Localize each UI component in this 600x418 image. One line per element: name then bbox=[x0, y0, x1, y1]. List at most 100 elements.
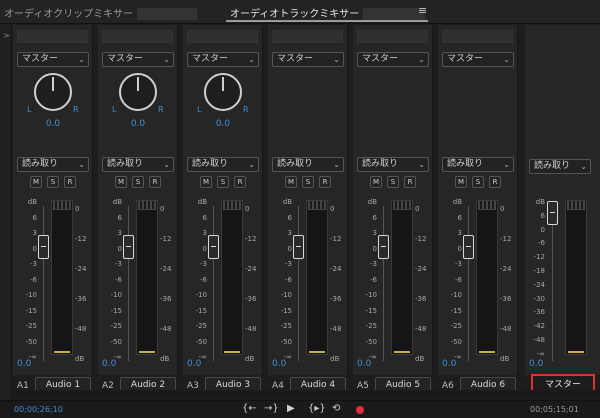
fader-scale-label: -10 bbox=[25, 291, 37, 299]
pan-value[interactable]: 0.0 bbox=[13, 119, 93, 129]
track-output-select[interactable]: マスター ⌄ bbox=[357, 52, 429, 67]
mute-button[interactable]: M bbox=[455, 176, 467, 188]
play-icon[interactable]: ▶ bbox=[287, 403, 295, 414]
fader-scale-label: dB bbox=[282, 198, 292, 206]
automation-mode-select[interactable]: 読み取り ⌄ bbox=[357, 157, 429, 172]
pan-knob[interactable] bbox=[204, 73, 242, 111]
record-enable-button[interactable]: R bbox=[404, 176, 416, 188]
volume-fader-handle[interactable] bbox=[38, 235, 49, 259]
mute-button[interactable]: M bbox=[30, 176, 42, 188]
volume-value[interactable]: 0.0 bbox=[442, 359, 456, 369]
meter-scale-label: -12 bbox=[245, 235, 257, 243]
solo-button[interactable]: S bbox=[387, 176, 399, 188]
fader-scale-label: -50 bbox=[450, 337, 462, 346]
master-scale-label: dB bbox=[535, 198, 545, 206]
meter-scale-label: -24 bbox=[75, 265, 87, 273]
effects-slot[interactable] bbox=[272, 30, 343, 43]
effects-slot[interactable] bbox=[102, 30, 173, 43]
record-enable-button[interactable]: R bbox=[319, 176, 331, 188]
fader-scale-label: -10 bbox=[195, 291, 207, 299]
track-output-select[interactable]: マスター ⌄ bbox=[272, 52, 344, 67]
peak-indicator bbox=[478, 201, 496, 210]
volume-value[interactable]: 0.0 bbox=[17, 359, 31, 369]
meter-scale-label: dB bbox=[245, 355, 255, 363]
automation-mode-select[interactable]: 読み取り ⌄ bbox=[17, 157, 89, 172]
fader-scale-label: -6 bbox=[455, 275, 462, 284]
master-scale-label: -24 bbox=[533, 280, 545, 289]
solo-button[interactable]: S bbox=[132, 176, 144, 188]
master-fader-scale: dB 6 0 -6 -12 -18 -24 -30 -36 -42 -48 -∞ bbox=[525, 198, 545, 363]
mute-button[interactable]: M bbox=[285, 176, 297, 188]
go-to-in-icon[interactable]: {← bbox=[242, 403, 257, 414]
meter-scale-label: -48 bbox=[245, 325, 257, 333]
tab-audio-clip-mixer[interactable]: オーディオクリップミキサー bbox=[4, 5, 198, 20]
expand-arrow-icon[interactable]: > bbox=[3, 31, 10, 40]
master-meter-level bbox=[568, 351, 584, 353]
mute-button[interactable]: M bbox=[370, 176, 382, 188]
effects-slot[interactable] bbox=[187, 30, 258, 43]
volume-value[interactable]: 0.0 bbox=[187, 359, 201, 369]
fader-scale-label: 0 bbox=[457, 244, 462, 253]
play-in-to-out-icon[interactable]: {▸} bbox=[308, 403, 326, 414]
master-scale-label: -∞ bbox=[536, 349, 545, 358]
track-output-select[interactable]: マスター ⌄ bbox=[17, 52, 89, 67]
volume-fader-handle[interactable] bbox=[463, 235, 474, 259]
panel-menu-icon[interactable]: ≡ bbox=[418, 4, 427, 17]
tab-audio-track-mixer[interactable]: オーディオトラックミキサー bbox=[230, 5, 426, 20]
go-to-out-icon[interactable]: →} bbox=[264, 403, 279, 414]
effects-slot[interactable] bbox=[442, 30, 513, 43]
track-output-select[interactable]: マスター ⌄ bbox=[442, 52, 514, 67]
solo-button[interactable]: S bbox=[472, 176, 484, 188]
solo-button[interactable]: S bbox=[47, 176, 59, 188]
pan-knob[interactable] bbox=[119, 73, 157, 111]
record-icon[interactable] bbox=[356, 406, 364, 414]
pan-value[interactable]: 0.0 bbox=[98, 119, 178, 129]
automation-mode-select[interactable]: 読み取り ⌄ bbox=[187, 157, 259, 172]
record-enable-button[interactable]: R bbox=[234, 176, 246, 188]
peak-indicator bbox=[308, 201, 326, 210]
track-output-select[interactable]: マスター ⌄ bbox=[187, 52, 259, 67]
track-output-select[interactable]: マスター ⌄ bbox=[102, 52, 174, 67]
automation-mode-select[interactable]: 読み取り ⌄ bbox=[102, 157, 174, 172]
volume-value[interactable]: 0.0 bbox=[357, 359, 371, 369]
meter-scale-label: -12 bbox=[75, 235, 87, 243]
pan-value[interactable]: 0.0 bbox=[183, 119, 263, 129]
solo-button[interactable]: S bbox=[217, 176, 229, 188]
meter-level bbox=[54, 351, 70, 353]
fader-track bbox=[383, 206, 384, 361]
mute-button[interactable]: M bbox=[115, 176, 127, 188]
solo-button[interactable]: S bbox=[302, 176, 314, 188]
automation-mode-select[interactable]: 読み取り ⌄ bbox=[272, 157, 344, 172]
chevron-down-icon: ⌄ bbox=[163, 55, 170, 64]
pan-knob[interactable] bbox=[34, 73, 72, 111]
left-rail: > bbox=[0, 25, 12, 405]
meter-scale-label: 0 bbox=[500, 205, 505, 213]
horizontal-scrollbar[interactable] bbox=[12, 390, 600, 398]
volume-fader-handle[interactable] bbox=[378, 235, 389, 259]
meter-scale-label: -36 bbox=[415, 295, 427, 303]
meter-scale-label: -24 bbox=[160, 265, 172, 273]
loop-icon[interactable]: ⟲ bbox=[332, 403, 340, 414]
effects-slot[interactable] bbox=[357, 30, 428, 43]
meter-scale-label: -12 bbox=[330, 235, 342, 243]
volume-fader-handle[interactable] bbox=[123, 235, 134, 259]
fader-scale-label: -10 bbox=[450, 291, 462, 299]
fader-scale-label: dB bbox=[452, 198, 462, 206]
mute-button[interactable]: M bbox=[200, 176, 212, 188]
volume-fader-handle[interactable] bbox=[293, 235, 304, 259]
meter-level bbox=[394, 351, 410, 353]
volume-value[interactable]: 0.0 bbox=[272, 359, 286, 369]
fader-scale-label: -15 bbox=[25, 306, 37, 315]
automation-mode-select[interactable]: 読み取り ⌄ bbox=[442, 157, 514, 172]
volume-fader-handle[interactable] bbox=[208, 235, 219, 259]
master-automation-select[interactable]: 読み取り ⌄ bbox=[529, 159, 591, 174]
effects-slot[interactable] bbox=[17, 30, 88, 43]
volume-value[interactable]: 0.0 bbox=[102, 359, 116, 369]
current-timecode[interactable]: 00;00;26;10 bbox=[14, 405, 63, 414]
record-enable-button[interactable]: R bbox=[64, 176, 76, 188]
record-enable-button[interactable]: R bbox=[489, 176, 501, 188]
record-enable-button[interactable]: R bbox=[149, 176, 161, 188]
master-volume-value[interactable]: 0.0 bbox=[529, 359, 543, 369]
fader-scale-label: -15 bbox=[110, 306, 122, 315]
master-fader-handle[interactable] bbox=[547, 201, 558, 225]
